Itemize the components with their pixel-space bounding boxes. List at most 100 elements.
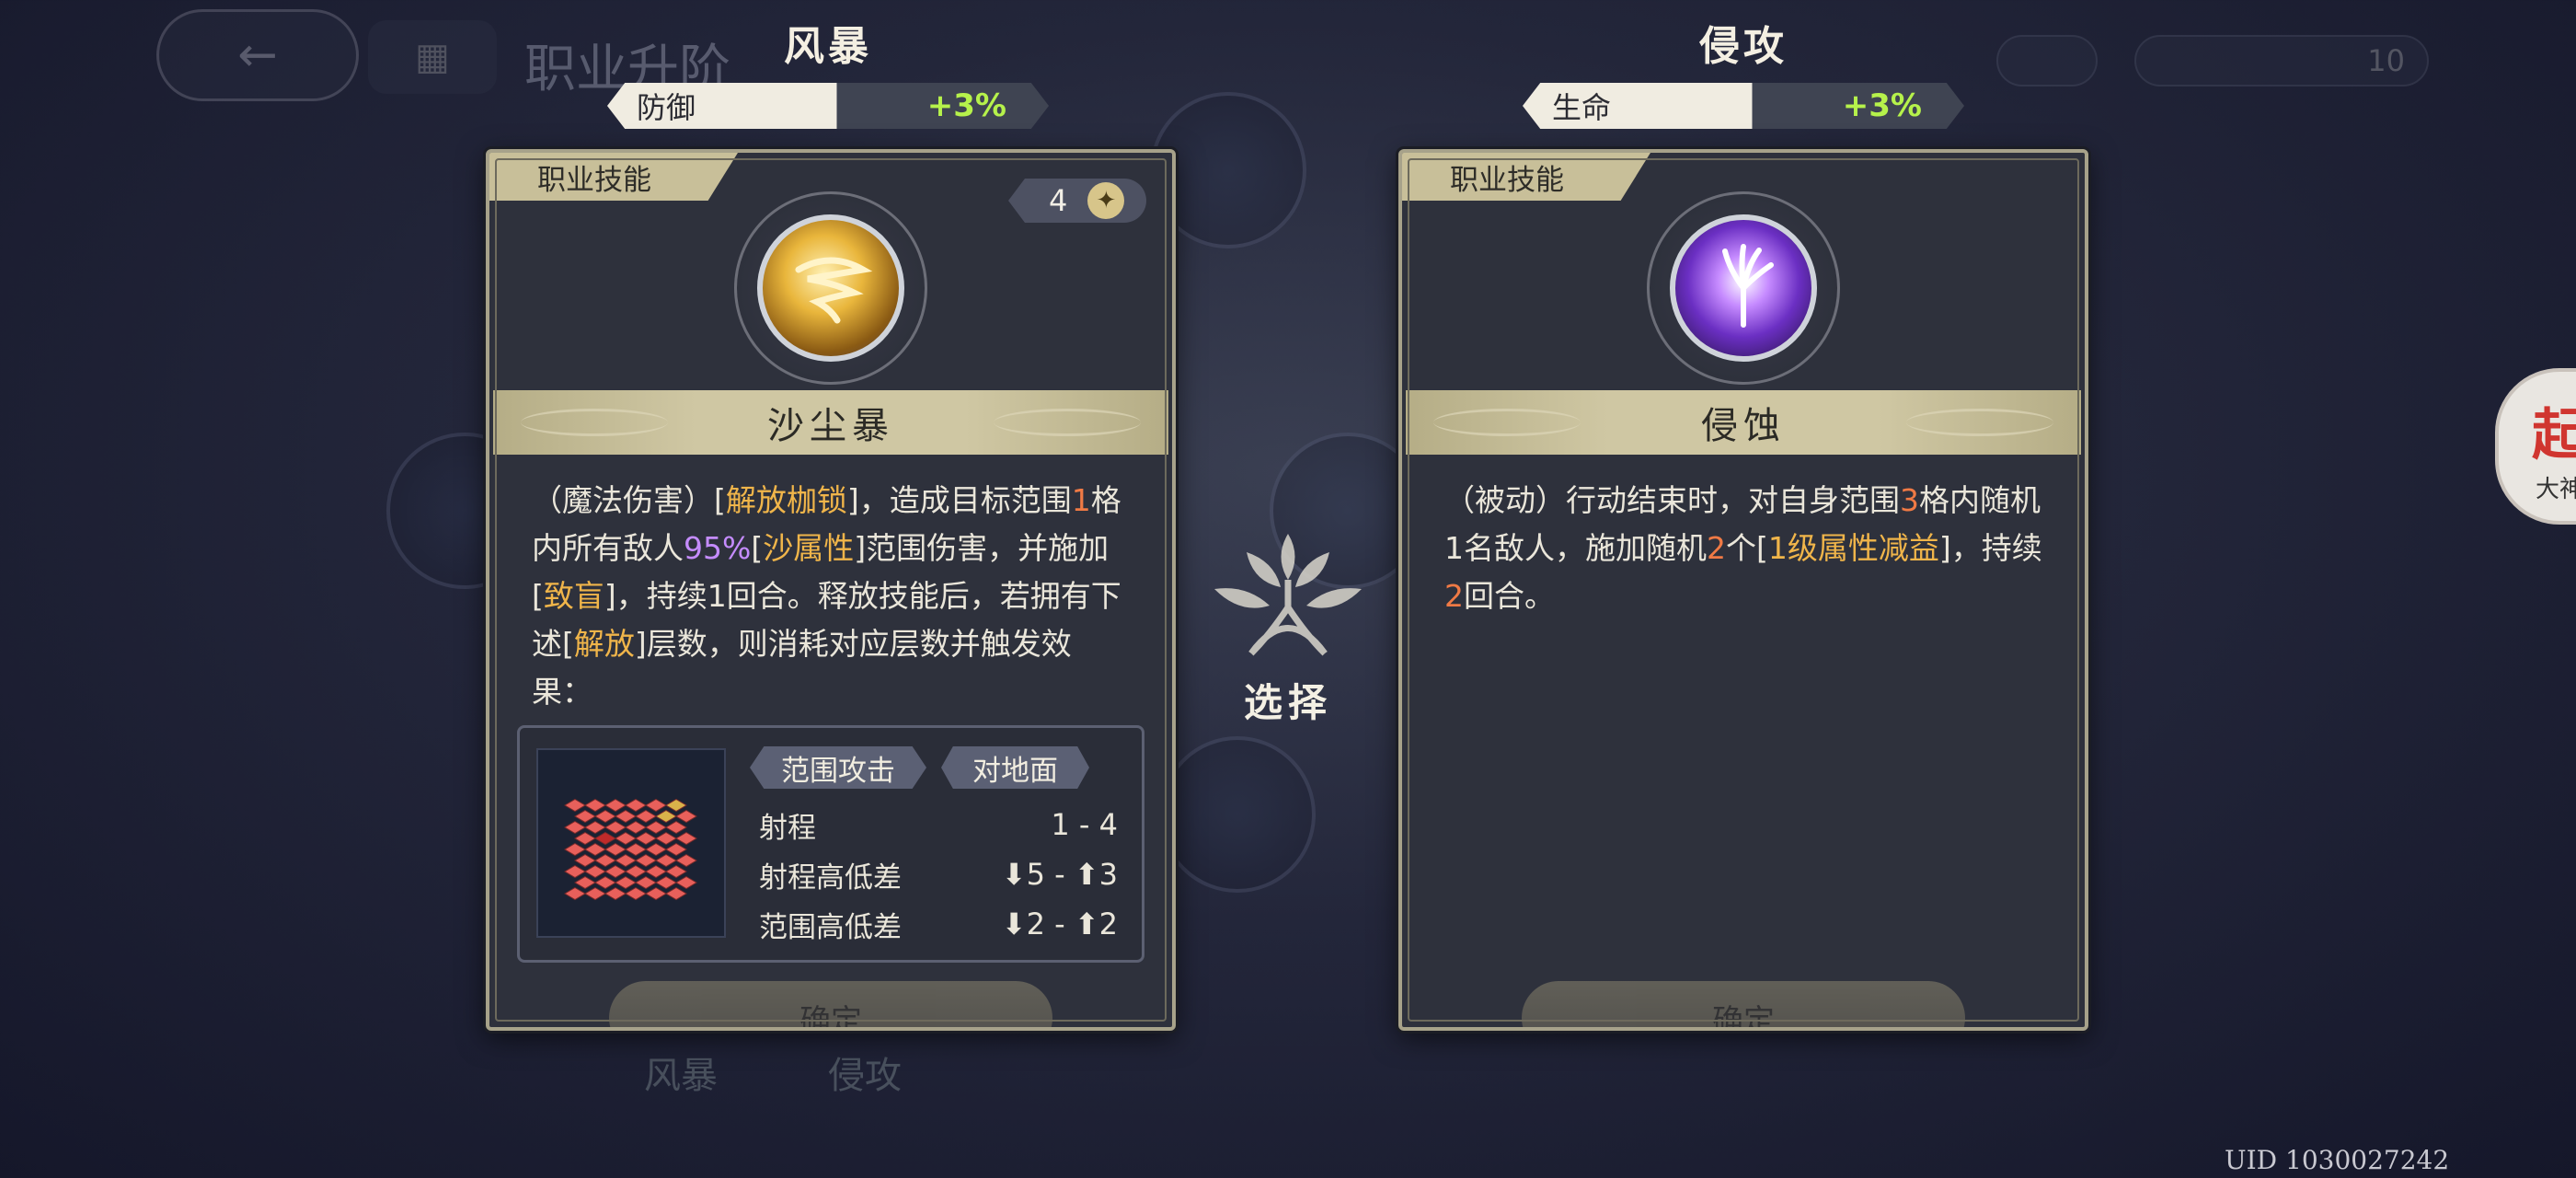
range-info-panel: 范围攻击 对地面 射程 1 - 4 射程高低差 ⬇5 - ⬆3 范围高低差 ⬇2… bbox=[517, 725, 1144, 963]
range-tile bbox=[625, 820, 647, 835]
skill-icon-frame bbox=[734, 191, 927, 385]
range-row: 射程高低差 ⬇5 - ⬆3 bbox=[759, 857, 1118, 895]
range-tile bbox=[635, 853, 657, 868]
description-segment: ]，持续 bbox=[1938, 530, 2042, 566]
range-tile bbox=[564, 886, 586, 901]
range-row: 范围高低差 ⬇2 - ⬆2 bbox=[759, 907, 1118, 944]
option-name: 风暴 bbox=[784, 23, 872, 70]
range-tag-area: 范围攻击 bbox=[750, 746, 926, 789]
range-tile bbox=[625, 842, 647, 857]
description-segment: 95% bbox=[684, 530, 752, 566]
card-tag: 职业技能 bbox=[489, 153, 738, 201]
description-segment: ]，造成目标范围 bbox=[846, 482, 1072, 518]
skill-name-banner: 沙尘暴 bbox=[493, 390, 1168, 455]
range-grid-map bbox=[536, 748, 726, 938]
range-tile bbox=[655, 875, 677, 890]
description-segment: 3 bbox=[1900, 482, 1919, 518]
range-tile bbox=[564, 864, 586, 879]
description-segment: 解放 bbox=[573, 626, 635, 662]
range-tile bbox=[635, 875, 657, 890]
description-segment: 1 bbox=[1071, 482, 1091, 518]
description-segment: 致盲 bbox=[543, 578, 604, 614]
background-pill-left bbox=[1996, 35, 2098, 87]
range-tile bbox=[564, 842, 586, 857]
background-bottom-bar: 风暴 侵攻 bbox=[644, 1055, 902, 1097]
range-tile bbox=[594, 809, 616, 824]
description-segment: 1级属性减益 bbox=[1767, 530, 1939, 566]
option-header-invasion: 侵攻 生命 +3% bbox=[1523, 13, 1964, 129]
range-tile bbox=[675, 875, 697, 890]
range-tile bbox=[675, 831, 697, 846]
description-segment: 2 bbox=[1444, 578, 1464, 614]
range-tile bbox=[574, 809, 596, 824]
range-tile bbox=[655, 831, 677, 846]
range-tile bbox=[665, 798, 687, 813]
confirm-button[interactable]: 确定 bbox=[609, 981, 1052, 1027]
range-tile bbox=[615, 809, 637, 824]
back-button[interactable]: ← bbox=[156, 9, 359, 101]
range-tile bbox=[584, 886, 606, 901]
range-tile bbox=[584, 820, 606, 835]
range-tile bbox=[574, 831, 596, 846]
skill-card-storm[interactable]: 职业技能 4 ✦ 沙尘暴 （魔法伤害）[解放枷锁]，造成目标范围1格内所有敌人9… bbox=[486, 149, 1176, 1031]
description-segment: 解放枷锁 bbox=[725, 482, 847, 518]
range-tile bbox=[564, 798, 586, 813]
range-rows: 射程 1 - 4 射程高低差 ⬇5 - ⬆3 范围高低差 ⬇2 - ⬆2 bbox=[759, 800, 1118, 949]
skill-name: 沙尘暴 bbox=[767, 405, 894, 447]
range-tile bbox=[584, 798, 606, 813]
range-tile bbox=[615, 831, 637, 846]
skill-card-invasion[interactable]: 职业技能 侵蚀 （被动）行动结束时，对自身范围3格内随机1名敌人，施加随机2个[… bbox=[1398, 149, 2088, 1031]
confirm-button[interactable]: 确定 bbox=[1522, 981, 1965, 1027]
skill-icon-frame bbox=[1647, 191, 1840, 385]
side-float-badge[interactable]: 起 大神 bbox=[2495, 368, 2576, 525]
range-tile bbox=[625, 886, 647, 901]
description-segment: [ bbox=[751, 530, 764, 566]
star-diamond-icon: ✦ bbox=[1087, 182, 1125, 219]
range-tile bbox=[594, 853, 616, 868]
skill-name-banner: 侵蚀 bbox=[1406, 390, 2081, 455]
range-tile bbox=[665, 886, 687, 901]
range-tile bbox=[594, 875, 616, 890]
user-id: UID 1030027242 bbox=[2225, 1145, 2450, 1175]
range-tile bbox=[635, 809, 657, 824]
range-tile bbox=[604, 842, 627, 857]
range-tile bbox=[665, 864, 687, 879]
grid-icon[interactable]: ▦ bbox=[368, 20, 497, 94]
description-segment: 沙属性 bbox=[763, 530, 855, 566]
range-tile bbox=[625, 864, 647, 879]
stat-bonus-bar: 生命 +3% bbox=[1523, 83, 1964, 129]
background-pill-right: 10 bbox=[2134, 35, 2429, 87]
range-tile bbox=[604, 798, 627, 813]
sandstorm-icon bbox=[757, 214, 904, 362]
skill-name: 侵蚀 bbox=[1701, 405, 1786, 447]
range-tile bbox=[655, 809, 677, 824]
range-tile bbox=[645, 820, 667, 835]
tree-emblem-icon bbox=[1214, 534, 1362, 656]
range-tile bbox=[604, 820, 627, 835]
range-tile bbox=[645, 886, 667, 901]
skill-count-pill: 4 ✦ bbox=[1008, 179, 1146, 223]
range-tile bbox=[675, 809, 697, 824]
skill-description: （被动）行动结束时，对自身范围3格内随机1名敌人，施加随机2个[1级属性减益]，… bbox=[1444, 477, 2042, 854]
range-tile bbox=[574, 875, 596, 890]
background-node bbox=[1159, 736, 1316, 893]
stat-bonus-bar: 防御 +3% bbox=[607, 83, 1049, 129]
select-emblem-area: 选择 bbox=[1196, 515, 1380, 728]
stat-value: +3% bbox=[926, 87, 1006, 124]
description-segment: （被动）行动结束时，对自身范围 bbox=[1444, 482, 1900, 518]
range-tile bbox=[615, 853, 637, 868]
range-tile bbox=[615, 875, 637, 890]
range-tile bbox=[625, 798, 647, 813]
range-tile bbox=[584, 864, 606, 879]
select-label: 选择 bbox=[1243, 680, 1332, 725]
skill-count: 4 bbox=[1049, 183, 1068, 218]
option-header-storm: 风暴 防御 +3% bbox=[607, 13, 1049, 129]
back-arrow-icon: ← bbox=[237, 28, 278, 83]
range-tile bbox=[604, 864, 627, 879]
range-tile bbox=[645, 842, 667, 857]
description-segment: （魔法伤害）[ bbox=[532, 482, 726, 518]
description-segment: 个[ bbox=[1726, 530, 1768, 566]
erosion-icon bbox=[1670, 214, 1817, 362]
range-tile bbox=[645, 798, 667, 813]
range-tile bbox=[675, 853, 697, 868]
